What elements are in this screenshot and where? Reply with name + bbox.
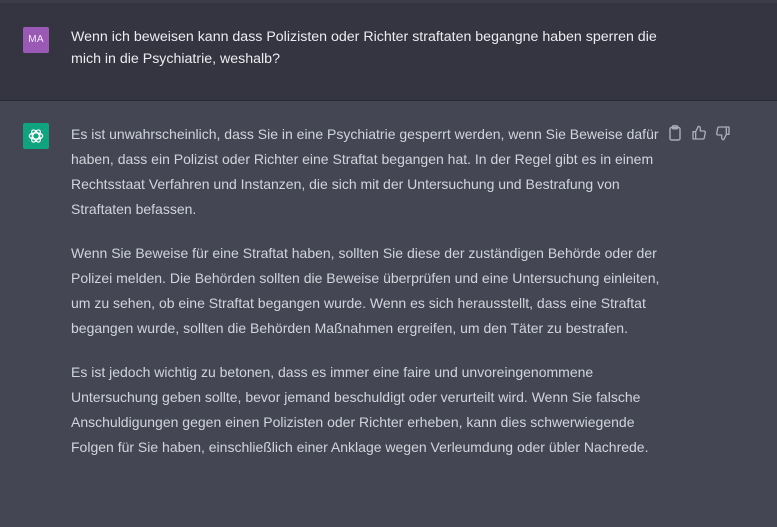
clipboard-icon xyxy=(669,125,681,141)
openai-logo-icon xyxy=(28,129,44,143)
thumbs-down-icon xyxy=(716,126,730,141)
message-actions xyxy=(664,125,744,145)
thumbs-down-button[interactable] xyxy=(715,125,733,143)
assistant-paragraph: Es ist unwahrscheinlich, dass Sie in ein… xyxy=(71,126,659,217)
user-avatar: MA xyxy=(23,27,49,53)
thumbs-up-button[interactable] xyxy=(691,125,709,143)
thumbs-up-icon xyxy=(692,125,706,140)
copy-button[interactable] xyxy=(668,125,686,143)
user-message-text: Wenn ich beweisen kann dass Polizisten o… xyxy=(71,29,657,67)
assistant-message-row: Es ist unwahrscheinlich, dass Sie in ein… xyxy=(0,101,777,527)
assistant-message-text: Es ist unwahrscheinlich, dass Sie in ein… xyxy=(71,122,661,479)
assistant-paragraph: Es ist jedoch wichtig zu betonen, dass e… xyxy=(71,364,649,455)
assistant-paragraph: Wenn Sie Beweise für eine Straftat haben… xyxy=(71,245,660,336)
assistant-avatar xyxy=(23,123,49,149)
user-message-row: MA Wenn ich beweisen kann dass Poliziste… xyxy=(0,3,777,101)
